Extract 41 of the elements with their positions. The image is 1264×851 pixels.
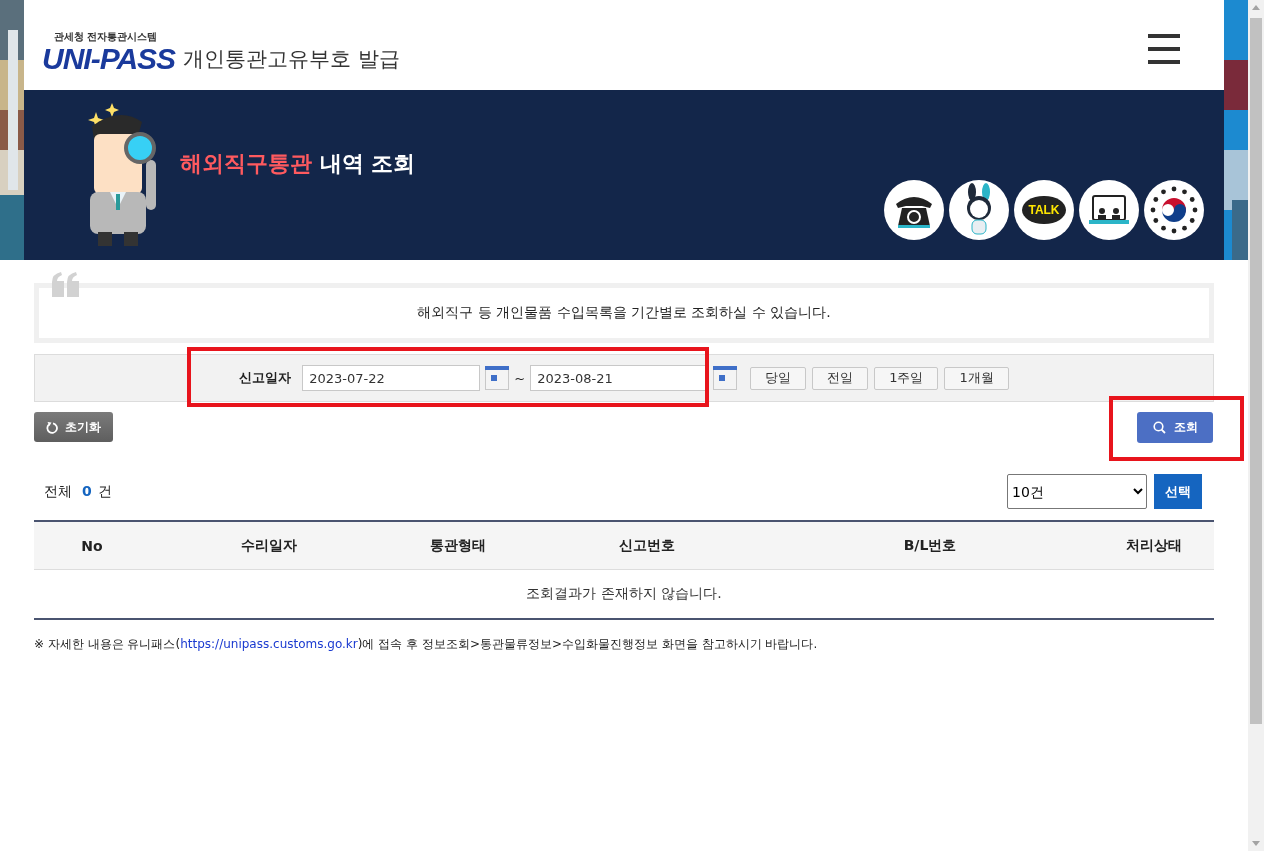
page-size-select[interactable]: 10건 [1007,474,1147,509]
column-header: 통관형태 [430,536,486,555]
refresh-icon [46,420,58,434]
logo-wordmark[interactable]: UNI-PASS [42,44,176,74]
emblem-icon[interactable] [1144,180,1204,240]
empty-message: 조회결과가 존재하지 않습니다. [526,585,722,603]
total-label: 전체 [44,482,72,501]
period-button[interactable]: 1주일 [874,366,939,390]
unipass-link[interactable]: https://unipass.customs.go.kr [180,637,358,651]
rabbit-mascot-icon[interactable] [949,180,1009,240]
reset-button[interactable]: 초기화 [34,412,113,442]
search-icon [1152,421,1166,434]
apply-button[interactable]: 선택 [1154,474,1202,509]
scrollbar[interactable] [1248,0,1264,851]
calendar-icon[interactable] [485,366,510,390]
column-header: 처리상태 [1126,536,1182,555]
chat-bubble-icon[interactable]: TALK [1014,180,1074,240]
column-header: 수리일자 [241,536,297,555]
quote-icon [51,272,81,298]
period-button[interactable]: 전일 [812,366,869,390]
period-button[interactable]: 1개월 [944,366,1009,390]
period-button[interactable]: 당일 [750,366,807,390]
range-separator: ~ [514,370,526,386]
calendar-icon[interactable] [713,366,738,390]
search-button[interactable]: 조회 [1137,412,1213,443]
footnote: ※ 자세한 내용은 유니패스(https://unipass.customs.go.kr)에 접속 후 정보조회>통관물류정보>수입화물진행정보 화면을 참고하시기 바랍니다. [34,636,819,653]
date-field[interactable]: 2023-07-22 [302,365,481,391]
menu-icon[interactable] [1148,34,1180,64]
telephone-icon[interactable] [884,180,944,240]
date-label: 신고일자 [239,369,292,387]
notice-text: 해외직구 등 개인물품 수입목록을 기간별로 조회하실 수 있습니다. [417,304,831,322]
page-title: 개인통관고유부호 발급 [183,46,400,73]
column-header: No [81,537,103,554]
logo-caption: 관세청 전자통관시스템 [54,30,159,44]
result-count: 0 [82,482,92,501]
column-header: B/L번호 [903,536,957,555]
talk-label: TALK [1022,196,1066,224]
banner-title: 해외직구통관 내역 조회 [180,150,416,178]
count-unit: 건 [97,482,112,501]
video-call-icon[interactable] [1079,180,1139,240]
column-header: 신고번호 [619,536,675,555]
